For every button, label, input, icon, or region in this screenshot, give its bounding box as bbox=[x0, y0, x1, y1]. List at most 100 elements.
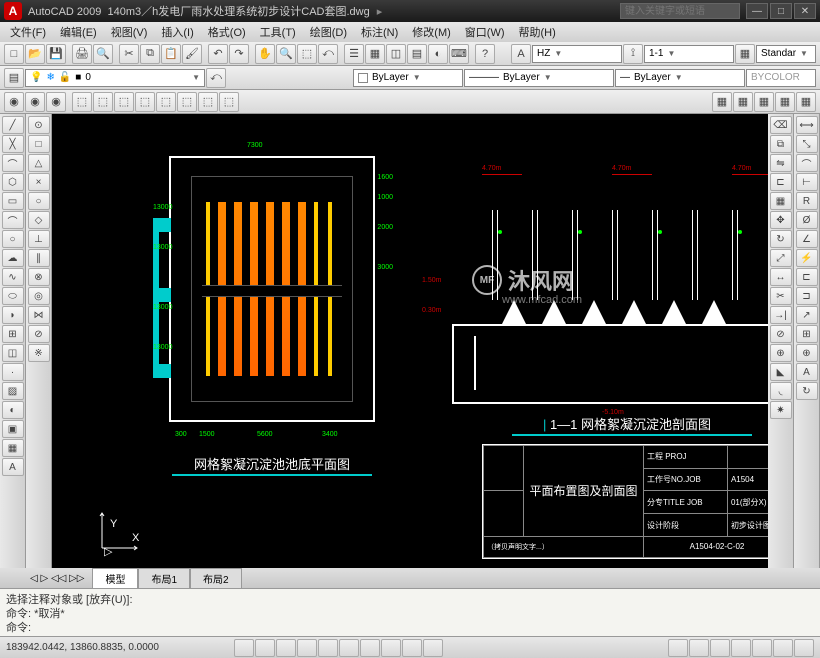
tablestyle-combo[interactable]: Standar▼ bbox=[756, 45, 816, 63]
ref-button[interactable]: ▦ bbox=[754, 92, 774, 112]
plot-button[interactable]: 🖨 bbox=[72, 44, 92, 64]
ellipse-tool[interactable]: ⬭ bbox=[2, 287, 24, 305]
menu-dimension[interactable]: 标注(N) bbox=[355, 22, 404, 42]
layer-props-button[interactable]: ▤ bbox=[4, 68, 24, 88]
snap-toggle[interactable] bbox=[234, 639, 254, 657]
menu-draw[interactable]: 绘图(D) bbox=[304, 22, 353, 42]
dyn-toggle[interactable] bbox=[381, 639, 401, 657]
dim-center-tool[interactable]: ⊕ bbox=[796, 344, 818, 362]
status-tool[interactable] bbox=[710, 639, 730, 657]
dim-dia-tool[interactable]: Ø bbox=[796, 211, 818, 229]
color-combo[interactable]: ByLayer▼ bbox=[353, 69, 463, 87]
preview-button[interactable]: 🔍 bbox=[93, 44, 113, 64]
dim-tolerance-tool[interactable]: ⊞ bbox=[796, 325, 818, 343]
grid-toggle[interactable] bbox=[255, 639, 275, 657]
array-tool[interactable]: ▦ bbox=[770, 192, 792, 210]
match-props-button[interactable]: 🖌 bbox=[182, 44, 202, 64]
tab-model[interactable]: 模型 bbox=[92, 568, 138, 589]
osnap-tool[interactable]: □ bbox=[28, 135, 50, 153]
osnap-tool[interactable]: ∥ bbox=[28, 249, 50, 267]
osnap-tool[interactable]: ⊗ bbox=[28, 268, 50, 286]
status-tool[interactable] bbox=[731, 639, 751, 657]
ws-button[interactable]: ⬚ bbox=[177, 92, 197, 112]
help-button[interactable]: ? bbox=[475, 44, 495, 64]
command-line[interactable]: 选择注释对象或 [放弃(U)]: 命令: *取消* 命令: bbox=[0, 588, 820, 636]
ws-button[interactable]: ⬚ bbox=[114, 92, 134, 112]
point-tool[interactable]: · bbox=[2, 363, 24, 381]
osnap-tool[interactable]: ※ bbox=[28, 344, 50, 362]
circle-tool[interactable]: ○ bbox=[2, 230, 24, 248]
menu-insert[interactable]: 插入(I) bbox=[155, 22, 199, 42]
fillet-tool[interactable]: ◟ bbox=[770, 382, 792, 400]
markup-button[interactable]: ◐ bbox=[428, 44, 448, 64]
cut-button[interactable]: ✂ bbox=[119, 44, 139, 64]
ref-button[interactable]: ▦ bbox=[712, 92, 732, 112]
osnap-tool[interactable]: ⊥ bbox=[28, 230, 50, 248]
status-tool[interactable] bbox=[668, 639, 688, 657]
textstyle-combo[interactable]: HZ▼ bbox=[532, 45, 622, 63]
explode-tool[interactable]: ✷ bbox=[770, 401, 792, 419]
block-tool[interactable]: ◫ bbox=[2, 344, 24, 362]
close-button[interactable]: ✕ bbox=[794, 3, 816, 19]
ws-button[interactable]: ⬚ bbox=[198, 92, 218, 112]
osnap-tool[interactable]: ⊙ bbox=[28, 116, 50, 134]
undo-button[interactable]: ↶ bbox=[208, 44, 228, 64]
dim-update-tool[interactable]: ↻ bbox=[796, 382, 818, 400]
ortho-toggle[interactable] bbox=[276, 639, 296, 657]
dim-radius-tool[interactable]: R bbox=[796, 192, 818, 210]
toolpalette-button[interactable]: ◫ bbox=[386, 44, 406, 64]
table-tool[interactable]: ▦ bbox=[2, 439, 24, 457]
mtext-tool[interactable]: A bbox=[2, 458, 24, 476]
dim-leader-tool[interactable]: ↗ bbox=[796, 306, 818, 324]
minimize-button[interactable]: — bbox=[746, 3, 768, 19]
dim-edit-tool[interactable]: A bbox=[796, 363, 818, 381]
dim-continue-tool[interactable]: ⊐ bbox=[796, 287, 818, 305]
break-tool[interactable]: ⊘ bbox=[770, 325, 792, 343]
menu-modify[interactable]: 修改(M) bbox=[406, 22, 457, 42]
arc-tool[interactable]: ⌒ bbox=[2, 211, 24, 229]
rotate-tool[interactable]: ↻ bbox=[770, 230, 792, 248]
ws-button[interactable]: ⬚ bbox=[135, 92, 155, 112]
properties-button[interactable]: ☰ bbox=[344, 44, 364, 64]
open-button[interactable]: 📂 bbox=[25, 44, 45, 64]
app-logo[interactable]: A bbox=[4, 2, 22, 20]
dim-ord-tool[interactable]: ⊢ bbox=[796, 173, 818, 191]
ref-button[interactable]: ▦ bbox=[733, 92, 753, 112]
spline-tool[interactable]: ∿ bbox=[2, 268, 24, 286]
drawing-canvas[interactable]: 7300 bbox=[52, 114, 768, 568]
tablestyle-button[interactable]: ▦ bbox=[735, 44, 755, 64]
save-button[interactable]: 💾 bbox=[46, 44, 66, 64]
pline-tool[interactable]: ⌒ bbox=[2, 154, 24, 172]
tab-layout2[interactable]: 布局2 bbox=[190, 568, 242, 589]
revcloud-tool[interactable]: ☁ bbox=[2, 249, 24, 267]
gradient-tool[interactable]: ◐ bbox=[2, 401, 24, 419]
mirror-tool[interactable]: ⇋ bbox=[770, 154, 792, 172]
cmd-prompt[interactable]: 命令: bbox=[6, 619, 814, 633]
move-tool[interactable]: ✥ bbox=[770, 211, 792, 229]
calculator-button[interactable]: ⌨ bbox=[449, 44, 469, 64]
sheetset-button[interactable]: ▤ bbox=[407, 44, 427, 64]
offset-tool[interactable]: ⊏ bbox=[770, 173, 792, 191]
otrack-toggle[interactable] bbox=[339, 639, 359, 657]
osnap-tool[interactable]: ○ bbox=[28, 192, 50, 210]
pan-button[interactable]: ✋ bbox=[255, 44, 275, 64]
menu-view[interactable]: 视图(V) bbox=[105, 22, 154, 42]
menu-tools[interactable]: 工具(T) bbox=[254, 22, 302, 42]
maximize-button[interactable]: □ bbox=[770, 3, 792, 19]
menu-edit[interactable]: 编辑(E) bbox=[54, 22, 103, 42]
new-button[interactable]: □ bbox=[4, 44, 24, 64]
xline-tool[interactable]: ╳ bbox=[2, 135, 24, 153]
layer-combo[interactable]: 💡❄🔓■ 0▼ bbox=[25, 69, 205, 87]
menu-help[interactable]: 帮助(H) bbox=[513, 22, 562, 42]
osnap-tool[interactable]: ⊘ bbox=[28, 325, 50, 343]
zoom-prev-button[interactable]: ⤺ bbox=[318, 44, 338, 64]
status-tool[interactable] bbox=[773, 639, 793, 657]
ws-button[interactable]: ◉ bbox=[25, 92, 45, 112]
textstyle-button[interactable]: A bbox=[511, 44, 531, 64]
ws-button[interactable]: ⬚ bbox=[72, 92, 92, 112]
zoom-window-button[interactable]: ⬚ bbox=[297, 44, 317, 64]
cleanscreen-toggle[interactable] bbox=[794, 639, 814, 657]
copy-tool[interactable]: ⧉ bbox=[770, 135, 792, 153]
dimstyle-button[interactable]: ⟟ bbox=[623, 44, 643, 64]
ws-button[interactable]: ⬚ bbox=[219, 92, 239, 112]
